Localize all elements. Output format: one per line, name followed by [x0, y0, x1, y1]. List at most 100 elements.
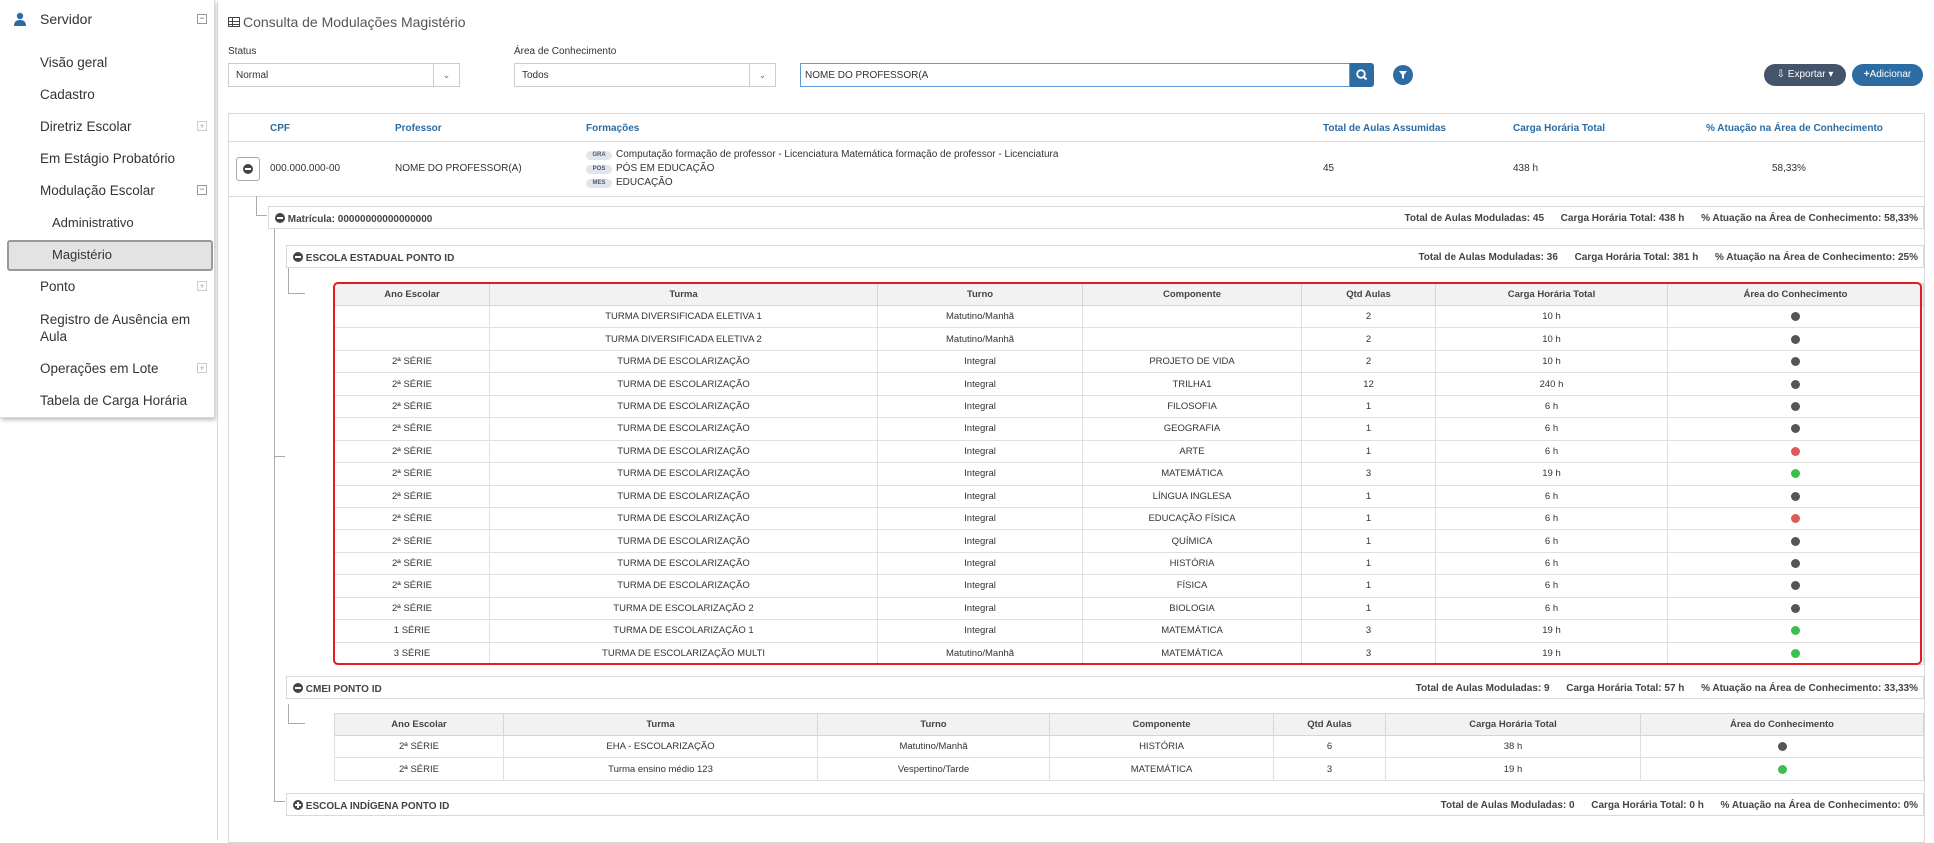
area-select[interactable]: Todos ⌄: [514, 63, 776, 87]
col-atuacao[interactable]: % Atuação na Área de Conhecimento: [1706, 123, 1883, 134]
column-header[interactable]: Qtd Aulas: [1273, 713, 1386, 736]
table-row[interactable]: 2ª SÉRIE TURMA DE ESCOLARIZAÇÃO Integral HI…: [334, 551, 1924, 576]
plus-circle-icon[interactable]: [293, 800, 303, 810]
col-total-aulas[interactable]: Total de Aulas Assumidas: [1323, 123, 1446, 134]
status-dot-icon: [1791, 469, 1800, 479]
collapse-icon[interactable]: −: [197, 14, 207, 24]
table-row[interactable]: 2ª SÉRIE TURMA DE ESCOLARIZAÇÃO Integral LÍ…: [334, 484, 1924, 508]
table-cell: TURMA DE ESCOLARIZAÇÃO: [489, 372, 878, 396]
table-cell: 19 h: [1435, 462, 1668, 486]
table-row[interactable]: 2ª SÉRIE TURMA DE ESCOLARIZAÇÃO Integral FI…: [334, 394, 1924, 419]
add-button-label: Adicionar: [1869, 69, 1912, 80]
collapse-icon[interactable]: −: [197, 185, 207, 195]
column-header[interactable]: Turma: [503, 713, 818, 736]
table-row[interactable]: TURMA DIVERSIFICADA ELETIVA 1 Matutino/Ma…: [334, 304, 1924, 329]
escola-bar[interactable]: ESCOLA INDÍGENA PONTO ID Total de Aulas …: [286, 793, 1924, 816]
table-cell: 2ª SÉRIE: [334, 551, 490, 576]
table-row[interactable]: 2ª SÉRIE TURMA DE ESCOLARIZAÇÃO Integral MA…: [334, 462, 1924, 486]
table-row[interactable]: 2ª SÉRIE TURMA DE ESCOLARIZAÇÃO 2 Integral…: [334, 596, 1924, 621]
sidebar-item-diretriz-escolar[interactable]: Diretriz Escolar: [40, 119, 132, 134]
status-dot-icon: [1791, 424, 1800, 434]
sidebar-header[interactable]: Servidor −: [0, 0, 215, 38]
minus-circle-icon[interactable]: [275, 213, 285, 223]
table-cell: Integral: [877, 506, 1083, 531]
minus-circle-icon[interactable]: [293, 252, 303, 262]
column-header[interactable]: Ano Escolar: [334, 713, 504, 736]
table-row[interactable]: 2ª SÉRIE EHA - ESCOLARIZAÇÃO Matutino/Manh…: [334, 734, 1924, 759]
table-row[interactable]: 2ª SÉRIE TURMA DE ESCOLARIZAÇÃO Integral FÍ…: [334, 574, 1924, 598]
sidebar-item-visao-geral[interactable]: Visão geral: [40, 55, 107, 70]
col-carga[interactable]: Carga Horária Total: [1513, 123, 1605, 134]
column-header[interactable]: Qtd Aulas: [1301, 283, 1436, 306]
filter-icon: [1399, 71, 1407, 79]
escola-title: ESCOLA ESTADUAL PONTO ID: [293, 252, 454, 264]
escola-stats: Total de Aulas Moduladas: 9 Carga Horári…: [1415, 683, 1918, 694]
table-row[interactable]: 3 SÉRIE TURMA DE ESCOLARIZAÇÃO MULTI Matut…: [334, 641, 1924, 666]
expand-icon[interactable]: +: [197, 363, 207, 373]
area-conhecimento-cell: [1667, 372, 1924, 396]
export-button[interactable]: ⇩ Exportar ▾: [1764, 64, 1846, 86]
column-header[interactable]: Ano Escolar: [334, 283, 490, 306]
minus-circle-icon[interactable]: [293, 683, 303, 693]
sidebar-item-registro-ausencia[interactable]: Registro de Ausência em Aula: [40, 311, 200, 345]
area-conhecimento-cell: [1667, 327, 1924, 351]
export-button-label: Exportar: [1787, 69, 1826, 80]
table-row[interactable]: 2ª SÉRIE TURMA DE ESCOLARIZAÇÃO Integral ED…: [334, 506, 1924, 531]
sidebar-item-ponto[interactable]: Ponto: [40, 279, 75, 294]
table-cell: 6 h: [1435, 529, 1668, 553]
table-row[interactable]: 2ª SÉRIE Turma ensino médio 123 Vespertino…: [334, 757, 1924, 781]
table-row[interactable]: 2ª SÉRIE TURMA DE ESCOLARIZAÇÃO Integral GE…: [334, 417, 1924, 441]
column-header[interactable]: Carga Horária Total: [1435, 283, 1668, 306]
table-cell: 1: [1301, 484, 1436, 508]
table-row[interactable]: 2ª SÉRIE TURMA DE ESCOLARIZAÇÃO Integral AR…: [334, 439, 1924, 464]
table-cell: GEOGRAFIA: [1082, 417, 1302, 441]
formacao-text: Computação formação de professor - Licen…: [616, 149, 1059, 160]
table-row[interactable]: TURMA DIVERSIFICADA ELETIVA 2 Matutino/Ma…: [334, 327, 1924, 351]
table-cell: Matutino/Manhã: [817, 734, 1050, 759]
col-cpf[interactable]: CPF: [270, 123, 290, 134]
add-button[interactable]: +Adicionar: [1852, 64, 1923, 86]
table-cell: FILOSOFIA: [1082, 394, 1302, 419]
column-header[interactable]: Área do Conhecimento: [1640, 713, 1924, 736]
search-input[interactable]: NOME DO PROFESSOR(A: [800, 63, 1350, 87]
collapse-row-button[interactable]: [236, 157, 260, 181]
escola-title: CMEI PONTO ID: [293, 683, 382, 695]
table-row[interactable]: 2ª SÉRIE TURMA DE ESCOLARIZAÇÃO Integral PR…: [334, 349, 1924, 374]
table-row[interactable]: 1 SÉRIE TURMA DE ESCOLARIZAÇÃO 1 Integral M…: [334, 619, 1924, 643]
column-header[interactable]: Turno: [817, 713, 1050, 736]
status-dot-icon: [1791, 626, 1800, 636]
filter-button[interactable]: [1393, 65, 1413, 85]
column-header[interactable]: Turno: [877, 283, 1083, 306]
status-dot-icon: [1791, 401, 1800, 411]
status-select[interactable]: Normal ⌄: [228, 63, 460, 87]
column-header[interactable]: Turma: [489, 283, 878, 306]
table-cell: 6 h: [1435, 551, 1668, 576]
sidebar-item-magisterio[interactable]: Magistério: [52, 247, 112, 262]
status-dot-icon: [1791, 559, 1800, 569]
expand-icon[interactable]: +: [197, 121, 207, 131]
escola-bar[interactable]: CMEI PONTO ID Total de Aulas Moduladas: …: [286, 676, 1924, 699]
sidebar-item-tabela-carga[interactable]: Tabela de Carga Horária: [40, 393, 187, 408]
sidebar-item-estagio-probatorio[interactable]: Em Estágio Probatório: [40, 151, 175, 166]
column-header[interactable]: Carga Horária Total: [1385, 713, 1641, 736]
sidebar-item-administrativo[interactable]: Administrativo: [52, 215, 134, 230]
column-header[interactable]: Área do Conhecimento: [1667, 283, 1924, 306]
area-conhecimento-cell: [1667, 506, 1924, 531]
table-cell: Integral: [877, 417, 1083, 441]
table-cell: EHA - ESCOLARIZAÇÃO: [503, 734, 818, 759]
table-cell: 3: [1301, 619, 1436, 643]
sidebar-item-operacoes-lote[interactable]: Operações em Lote: [40, 361, 159, 376]
search-button[interactable]: [1350, 63, 1374, 87]
sidebar-item-modulacao-escolar[interactable]: Modulação Escolar: [40, 183, 155, 198]
escola-bar[interactable]: ESCOLA ESTADUAL PONTO ID Total de Aulas …: [286, 245, 1924, 268]
column-header[interactable]: Componente: [1082, 283, 1302, 306]
col-professor[interactable]: Professor: [395, 123, 442, 134]
col-formacoes[interactable]: Formações: [586, 123, 639, 134]
table-cell: 6 h: [1435, 484, 1668, 508]
expand-icon[interactable]: +: [197, 281, 207, 291]
table-row[interactable]: 2ª SÉRIE TURMA DE ESCOLARIZAÇÃO Integral QU…: [334, 529, 1924, 553]
table-row[interactable]: 2ª SÉRIE TURMA DE ESCOLARIZAÇÃO Integral TR…: [334, 372, 1924, 396]
column-header[interactable]: Componente: [1049, 713, 1274, 736]
sidebar-item-cadastro[interactable]: Cadastro: [40, 87, 95, 102]
matricula-bar[interactable]: Matrícula: 00000000000000000 Total de Au…: [268, 206, 1924, 229]
